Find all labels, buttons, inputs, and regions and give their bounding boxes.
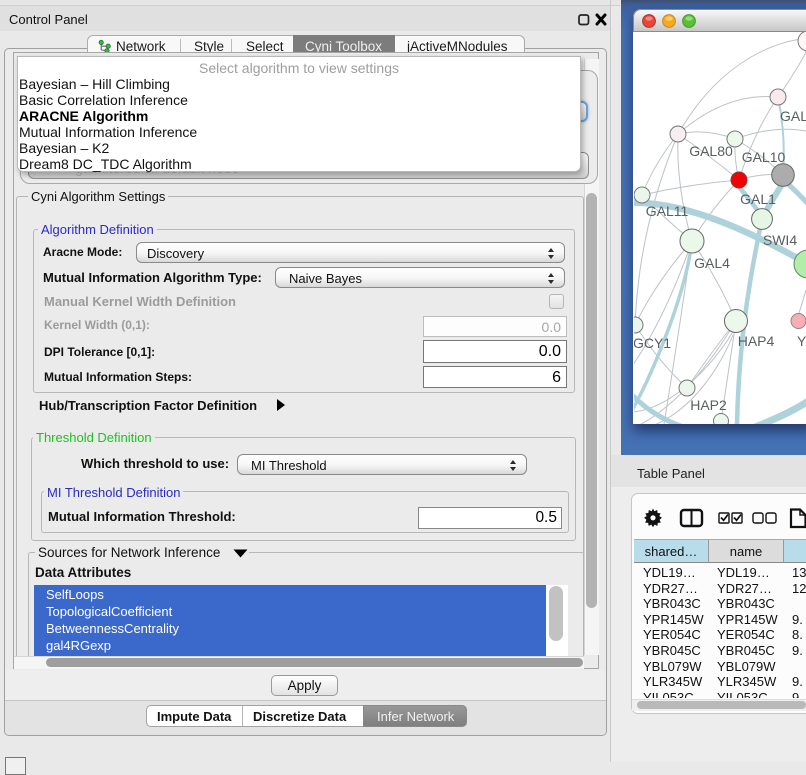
svg-text:GCY1: GCY1: [634, 335, 671, 351]
svg-text:GAL4: GAL4: [694, 255, 730, 271]
svg-text:GAL1: GAL1: [740, 191, 776, 207]
svg-text:GAL10: GAL10: [742, 149, 786, 165]
svg-text:GAL7: GAL7: [780, 108, 806, 124]
svg-text:HAP4: HAP4: [738, 333, 775, 349]
svg-text:SWI4: SWI4: [763, 232, 797, 248]
svg-text:GAL80: GAL80: [689, 143, 733, 159]
svg-text:HAP2: HAP2: [690, 397, 727, 413]
svg-text:GAL11: GAL11: [646, 203, 689, 219]
svg-text:YJ: YJ: [797, 333, 806, 349]
